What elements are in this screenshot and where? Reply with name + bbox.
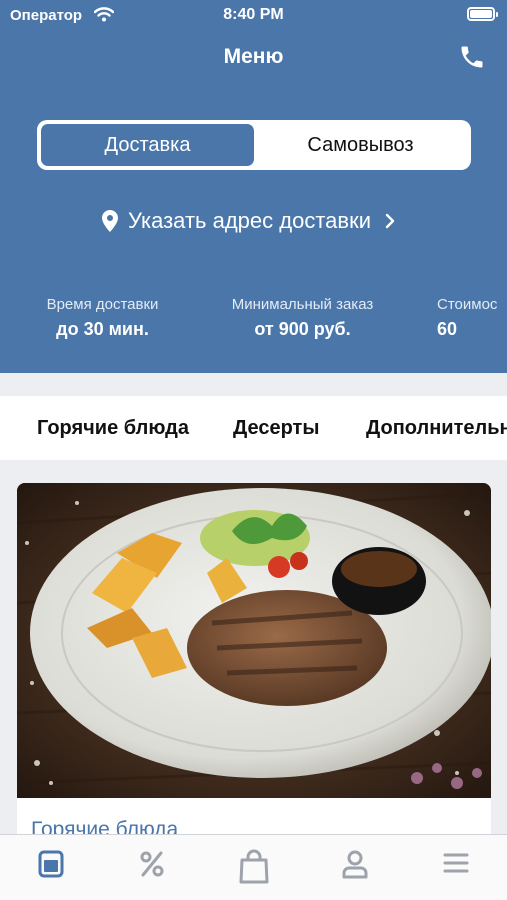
dish-photo — [17, 483, 491, 798]
tab-promotions[interactable] — [101, 835, 202, 900]
location-pin-icon — [102, 210, 119, 232]
menu-icon — [38, 850, 64, 878]
delivery-cost-info: Стоимос 60 — [437, 296, 507, 340]
battery-icon — [467, 7, 498, 21]
address-label: Указать адрес доставки — [128, 208, 371, 233]
phone-button[interactable] — [455, 40, 489, 74]
tab-bar — [0, 834, 507, 900]
address-button[interactable]: Указать адрес доставки — [0, 208, 507, 234]
category-tabs: Горячие блюда Десерты Дополнительн — [0, 396, 507, 460]
profile-icon — [342, 850, 368, 879]
delivery-info-row: Время доставки до 30 мин. Минимальный за… — [0, 296, 507, 346]
segment-pickup[interactable]: Самовывоз — [254, 124, 467, 166]
delivery-time-value: до 30 мин. — [56, 319, 149, 339]
chevron-right-icon — [385, 213, 395, 229]
delivery-cost-value: 60 — [437, 319, 458, 339]
clock: 8:40 PM — [223, 6, 284, 23]
percent-icon — [140, 851, 164, 877]
category-card[interactable]: Горячие блюда — [17, 483, 491, 843]
delivery-time-info: Время доставки до 30 мин. — [30, 296, 175, 340]
min-order-label: Минимальный заказ — [231, 296, 374, 313]
battery-level — [470, 10, 492, 18]
tab-cart[interactable] — [203, 835, 304, 900]
category-tab-hot-dishes[interactable]: Горячие блюда — [37, 417, 189, 440]
category-tab-extras[interactable]: Дополнительн — [366, 417, 507, 440]
delivery-cost-label: Стоимос — [437, 296, 498, 313]
delivery-mode-segmented-control: Доставка Самовывоз — [37, 120, 471, 170]
page-title: Меню — [223, 45, 284, 68]
segment-delivery[interactable]: Доставка — [41, 124, 254, 166]
header: Оператор 8:40 PM Меню Доставка Самовывоз… — [0, 0, 507, 373]
phone-icon — [461, 46, 483, 68]
delivery-time-label: Время доставки — [46, 296, 159, 313]
hamburger-icon — [443, 853, 469, 873]
bag-icon — [239, 849, 269, 884]
status-bar: Оператор 8:40 PM — [0, 0, 507, 30]
tab-more[interactable] — [406, 835, 507, 900]
tab-menu[interactable] — [0, 835, 101, 900]
tab-profile[interactable] — [304, 835, 405, 900]
min-order-value: от 900 руб. — [254, 319, 351, 339]
category-tab-desserts[interactable]: Десерты — [233, 417, 319, 440]
min-order-info: Минимальный заказ от 900 руб. — [215, 296, 390, 340]
